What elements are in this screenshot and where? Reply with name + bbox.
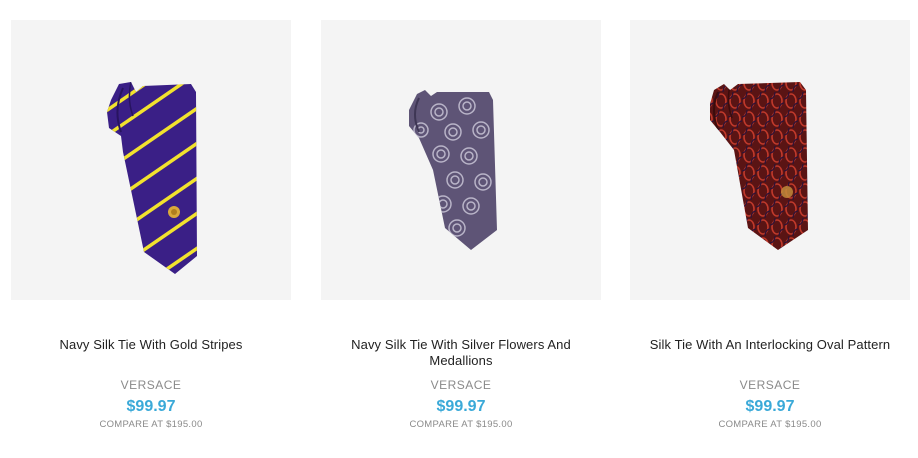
product-price: $99.97: [745, 398, 795, 415]
navy-tie-silver-medallions-image: [409, 90, 497, 250]
product-title[interactable]: Navy Silk Tie With Gold Stripes: [11, 337, 291, 369]
product-title[interactable]: Navy Silk Tie With Silver Flowers And Me…: [321, 337, 601, 369]
product-price: $99.97: [436, 398, 486, 415]
navy-tie-gold-stripes-image: [107, 82, 197, 274]
product-compare-price: COMPARE AT $195.00: [409, 419, 513, 430]
product-price: $99.97: [126, 398, 176, 415]
red-tie-oval-pattern-image: [710, 82, 808, 250]
product-image-link[interactable]: [11, 20, 291, 300]
product-compare-price: COMPARE AT $195.00: [718, 419, 822, 430]
product-image-link[interactable]: [321, 20, 601, 300]
product-vendor: VERSACE: [430, 378, 492, 392]
product-card[interactable]: Silk Tie With An Interlocking Oval Patte…: [630, 20, 910, 431]
product-compare-price: COMPARE AT $195.00: [99, 419, 203, 430]
product-image-link[interactable]: [630, 20, 910, 300]
product-card[interactable]: Navy Silk Tie With Silver Flowers And Me…: [321, 20, 601, 431]
product-vendor: VERSACE: [120, 378, 182, 392]
product-title[interactable]: Silk Tie With An Interlocking Oval Patte…: [630, 337, 910, 369]
product-card[interactable]: Navy Silk Tie With Gold Stripes VERSACE …: [11, 20, 291, 431]
product-vendor: VERSACE: [739, 378, 801, 392]
product-grid: Navy Silk Tie With Gold Stripes VERSACE …: [0, 0, 918, 458]
